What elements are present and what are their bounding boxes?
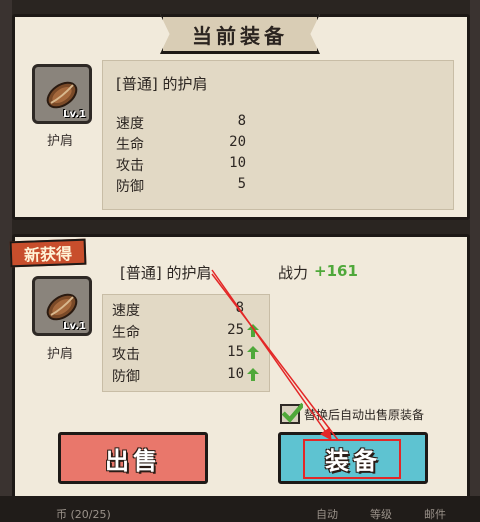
current-item-icon-frame[interactable]: Lv.1 [32,64,92,124]
stat-value-speed: 8 [237,113,246,129]
bottom-tab-mail[interactable]: 邮件 [424,506,446,522]
checkmark-icon [281,402,303,423]
new-item-name: 护肩 [47,347,74,362]
new-item-icon-frame[interactable]: Lv.1 [32,276,92,336]
sell-button-label: 出售 [105,446,161,475]
stat-value-attack: 15 [227,344,244,360]
background-right [470,0,480,522]
stat-value-defense: 5 [237,176,246,192]
stat-label-speed: 速度 [116,116,144,132]
stat-label-hp: 生命 [116,137,144,153]
stat-label-defense: 防御 [112,369,140,385]
item-level: Lv.1 [63,109,86,120]
bottom-tab-level[interactable]: 等级 [370,506,392,522]
coin-count: 币 (20/25) [56,508,111,521]
equip-button[interactable]: 装备 [278,432,428,484]
power-value: +161 [314,262,358,280]
current-item-name: 护肩 [47,134,74,149]
auto-sell-label: 替换后自动出售原装备 [304,408,425,422]
stat-label-attack: 攻击 [116,158,144,174]
sell-button[interactable]: 出售 [58,432,208,484]
stat-label-attack: 攻击 [112,347,140,363]
new-item-tag: 新获得 [9,238,87,268]
stat-label-speed: 速度 [112,303,140,319]
stat-value-defense: 10 [227,366,244,382]
bottom-bar: 币 (20/25) 自动 等级 邮件 [0,496,480,522]
stat-value-hp: 25 [227,322,244,338]
stat-up-arrow-icon [247,346,259,359]
auto-sell-checkbox[interactable] [280,402,303,424]
stat-value-hp: 20 [229,134,246,150]
stat-up-arrow-icon [247,368,259,381]
current-item-title: [普通] 的护肩 [116,75,208,93]
stat-value-speed: 8 [235,300,244,316]
item-level: Lv.1 [63,321,86,332]
bottom-tab-auto[interactable]: 自动 [316,506,338,522]
stat-up-arrow-icon [247,324,259,337]
stat-label-defense: 防御 [116,179,144,195]
power-label: 战力 [278,264,309,282]
equip-button-label: 装备 [325,446,381,475]
stat-label-hp: 生命 [112,325,140,341]
stat-value-attack: 10 [229,155,246,171]
new-item-title: [普通] 的护肩 [120,264,212,282]
page-title: 当前装备 [160,14,320,54]
